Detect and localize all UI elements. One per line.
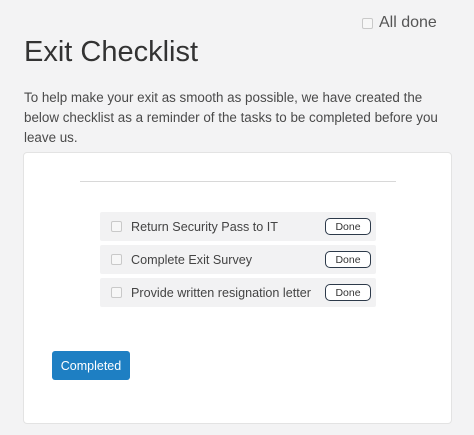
done-button[interactable]: Done [325, 284, 371, 301]
task-label: Return Security Pass to IT [131, 219, 278, 234]
all-done-toggle[interactable]: All done [362, 14, 437, 32]
all-done-label: All done [379, 14, 437, 31]
task-item-security-pass: Return Security Pass to IT Done [100, 212, 376, 241]
task-checkbox[interactable] [111, 221, 122, 232]
task-list: Return Security Pass to IT Done Complete… [100, 212, 376, 311]
task-label: Provide written resignation letter [131, 285, 311, 300]
done-button[interactable]: Done [325, 251, 371, 268]
task-label: Complete Exit Survey [131, 252, 253, 267]
task-item-resignation-letter: Provide written resignation letter Done [100, 278, 376, 307]
page-title: Exit Checklist [24, 36, 199, 68]
task-item-exit-survey: Complete Exit Survey Done [100, 245, 376, 274]
completed-button[interactable]: Completed [52, 351, 130, 380]
done-button[interactable]: Done [325, 218, 371, 235]
checklist-card: Return Security Pass to IT Done Complete… [23, 152, 452, 424]
divider [80, 181, 396, 182]
task-checkbox[interactable] [111, 287, 122, 298]
all-done-checkbox[interactable] [362, 17, 373, 29]
intro-text: To help make your exit as smooth as poss… [24, 90, 438, 145]
task-checkbox[interactable] [111, 254, 122, 265]
